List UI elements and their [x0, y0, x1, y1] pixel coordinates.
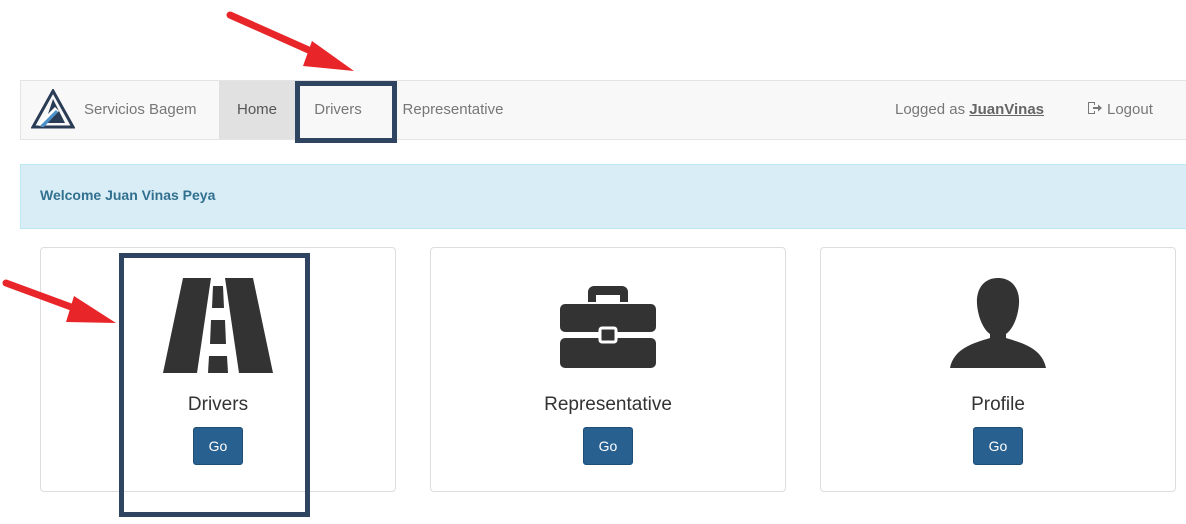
logged-as-prefix: Logged as	[895, 101, 966, 118]
top-navbar: Servicios Bagem Home Drivers Representat…	[20, 80, 1186, 140]
logout-link[interactable]: Logout	[1087, 81, 1153, 139]
logged-user-link[interactable]: JuanVinas	[969, 101, 1044, 118]
logout-label: Logout	[1107, 101, 1153, 118]
annotation-box-drivers-card	[119, 253, 310, 517]
nav-representative[interactable]: Representative	[397, 81, 509, 139]
profile-card-title: Profile	[971, 394, 1025, 415]
logout-icon	[1088, 102, 1102, 115]
profile-go-button[interactable]: Go	[973, 427, 1023, 465]
annotation-box-nav-drivers	[295, 81, 397, 143]
nav-home[interactable]: Home	[219, 81, 295, 139]
brand-logo-icon	[31, 89, 75, 129]
representative-card-title: Representative	[544, 394, 672, 415]
user-icon	[950, 278, 1046, 368]
annotation-arrow-top	[226, 11, 354, 71]
representative-card: Representative Go	[430, 247, 786, 492]
welcome-alert: Welcome Juan Vinas Peya	[20, 164, 1186, 229]
brand[interactable]: Servicios Bagem	[21, 81, 219, 139]
briefcase-icon	[560, 286, 656, 368]
brand-name: Servicios Bagem	[84, 101, 197, 118]
welcome-text: Welcome Juan Vinas Peya	[40, 187, 216, 203]
profile-card: Profile Go	[820, 247, 1176, 492]
logged-as-info: Logged as JuanVinas	[895, 81, 1044, 139]
representative-go-button[interactable]: Go	[583, 427, 633, 465]
